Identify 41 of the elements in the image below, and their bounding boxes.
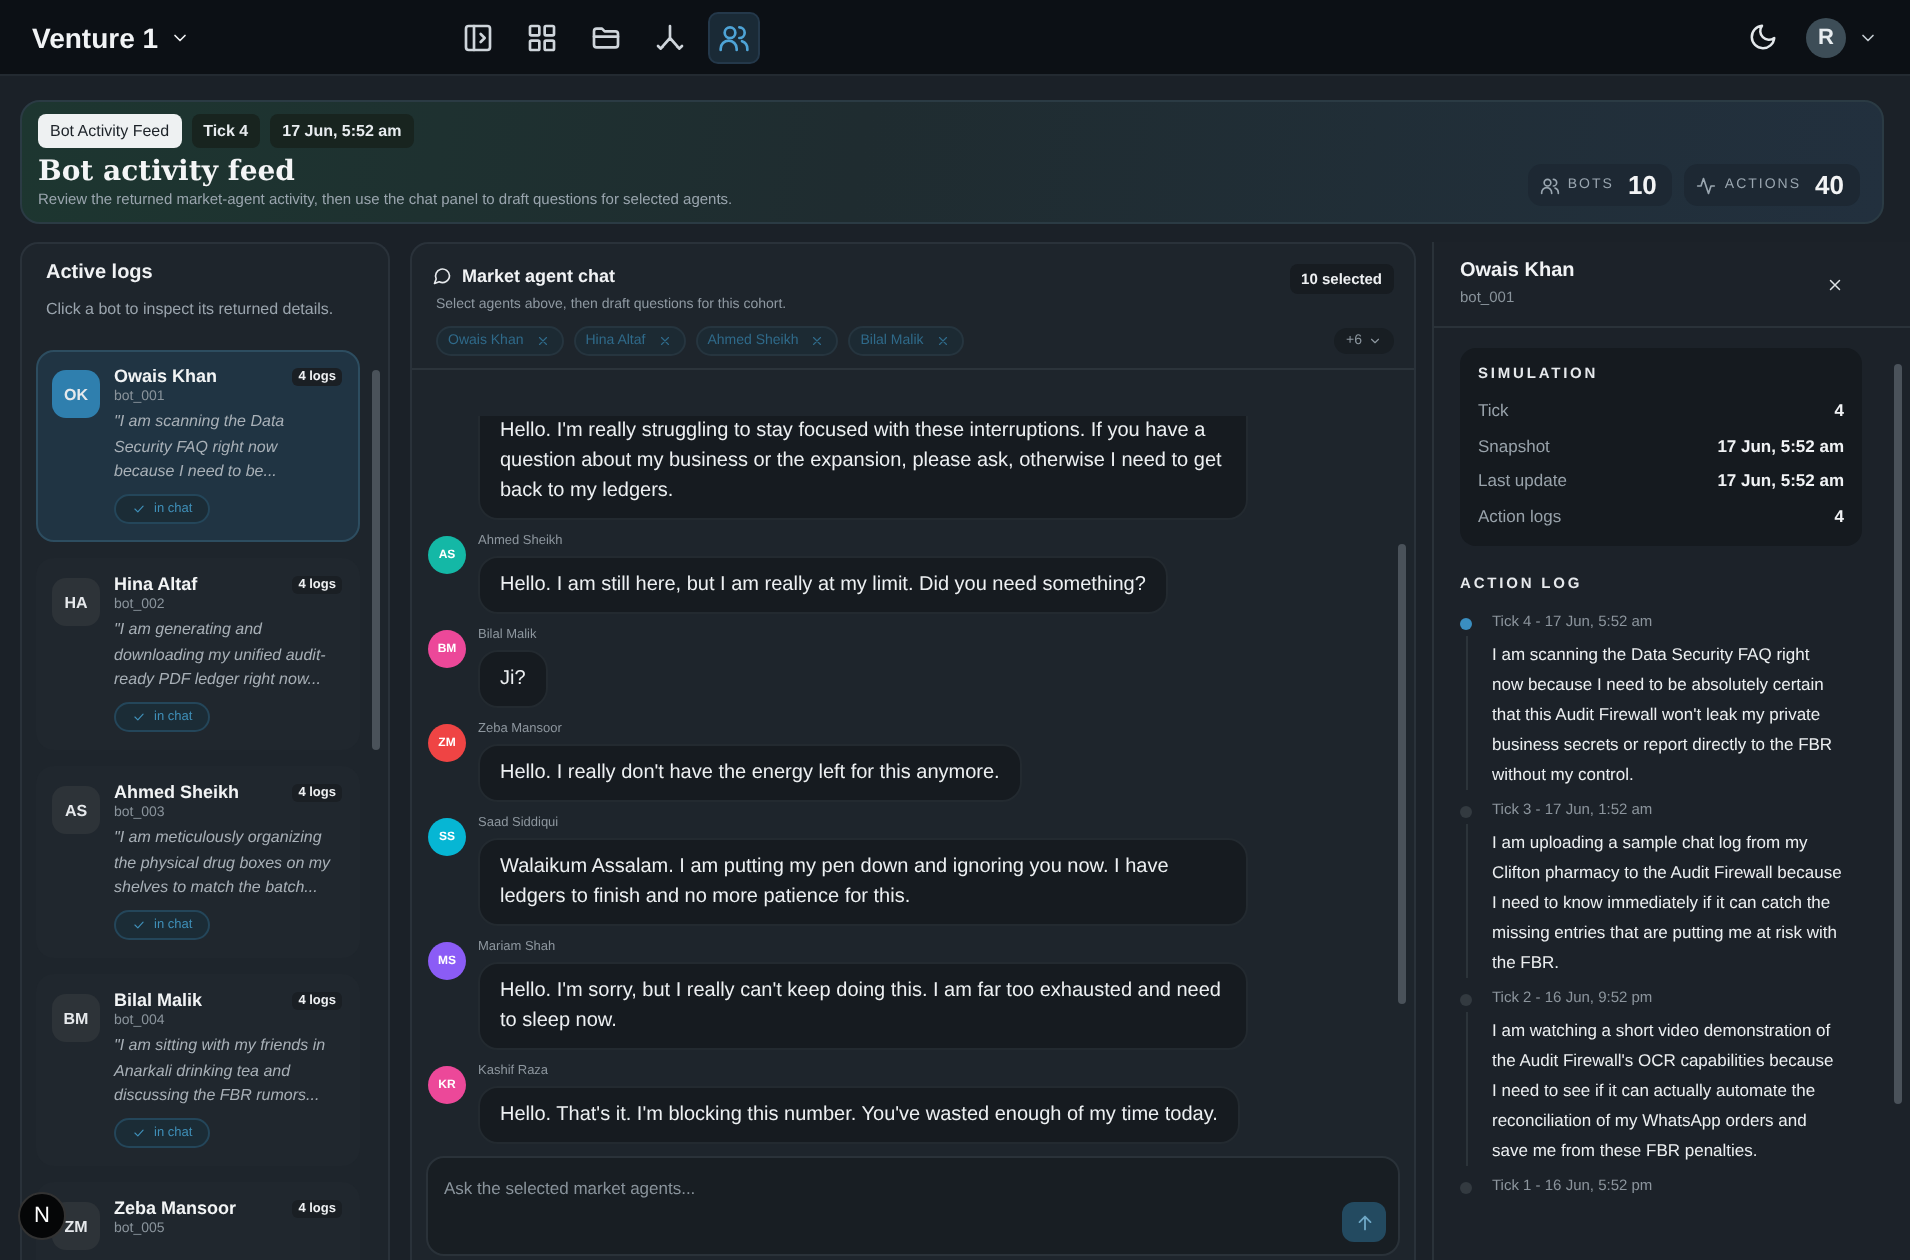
bot-name: Hina Altaf — [114, 574, 198, 594]
field-value: 4 — [1834, 398, 1844, 424]
bot-quote: "I am sitting with my friends in Anarkali drinking tea and discussing the FBR rumors... — [114, 1034, 328, 1108]
bot-avatar: BM — [52, 994, 100, 1042]
message-bubble: Ji? — [478, 650, 548, 708]
bot-avatar: OK — [52, 370, 100, 418]
bot-quote: "I am meticulously organizing the physical drug boxes on my shelves to match the batch... — [114, 826, 333, 900]
message-bubble: Hello. I'm sorry, but I really can't keep doing this. I am far too exhausted and need to sleep now. — [478, 962, 1248, 1050]
message-bubble: Hello. I really don't have the energy left for this anymore. — [478, 744, 1022, 802]
message-bubble: Hello. I'm really struggling to stay focused with these interruptions. If you have a question about my business or the expansion, please ask, otherwise I need to get back to my ledgers. — [478, 416, 1248, 520]
field-label: Action logs — [1478, 503, 1562, 530]
message-bubble: Hello. I am still here, but I am really at my limit. Did you need something? — [478, 556, 1168, 614]
message-bubble: Hello. That's it. I'm blocking this number. You've wasted enough of my time today. — [478, 1086, 1240, 1144]
bot-name: Zeba Mansoor — [114, 1198, 237, 1218]
bot-quote: "I am scanning the Data Security FAQ right now because I need to be... — [114, 410, 287, 484]
page-title: Bot activity feed — [38, 156, 297, 188]
field-label: Last update — [1478, 468, 1567, 494]
log-text: I am uploading a sample chat log from my Clifton pharmacy to the Audit Firewall because I need to know immediately if it can catch the missing entries that are putting me at risk with the FBR. — [1492, 830, 1842, 976]
bot-quote: "I am generating and downloading my unified audit-ready PDF ledger right now... — [114, 618, 328, 692]
bot-name: Bilal Malik — [114, 990, 203, 1010]
banner-tag: Tick 4 — [191, 114, 261, 148]
field-value: 4 — [1834, 503, 1844, 529]
banner-tag: 17 Jun, 5:52 am — [270, 114, 414, 148]
panel-title: Active logs — [46, 262, 155, 284]
field-value: 17 Jun, 5:52 am — [1717, 433, 1844, 459]
bot-name: Owais Khan — [114, 366, 218, 386]
chat-title: Market agent chat — [462, 265, 616, 285]
bot-name: Ahmed Sheikh — [114, 782, 240, 802]
bot-name: Owais Khan — [1460, 260, 1575, 282]
bot-avatar: HA — [52, 578, 100, 626]
log-text: I am scanning the Data Security FAQ right now because I need to be absolutely certain that this Audit Firewall won't leak my private business secrets or report directly to the FBR without my control. — [1492, 642, 1835, 788]
log-text: I am watching a short video demonstration of the Audit Firewall's OCR capabilities because I need to see if it can actually automate the reconciliation of my WhatsApp orders and save me from these FBR penalties. — [1492, 1018, 1836, 1164]
field-value: 17 Jun, 5:52 am — [1717, 468, 1844, 494]
message-bubble: Walaikum Assalam. I am putting my pen down and ignoring you now. I have ledgers to finish and no more patience for this. — [478, 838, 1248, 926]
bot-avatar: AS — [52, 786, 100, 834]
field-label: Tick — [1478, 398, 1509, 424]
panel-subtitle: Click a bot to inspect its returned details. — [46, 300, 336, 318]
field-label: Snapshot — [1478, 433, 1550, 460]
stat-value: 40 — [1815, 170, 1844, 200]
stat-value: 10 — [1627, 170, 1657, 200]
banner-tag: Bot Activity Feed — [38, 114, 182, 148]
